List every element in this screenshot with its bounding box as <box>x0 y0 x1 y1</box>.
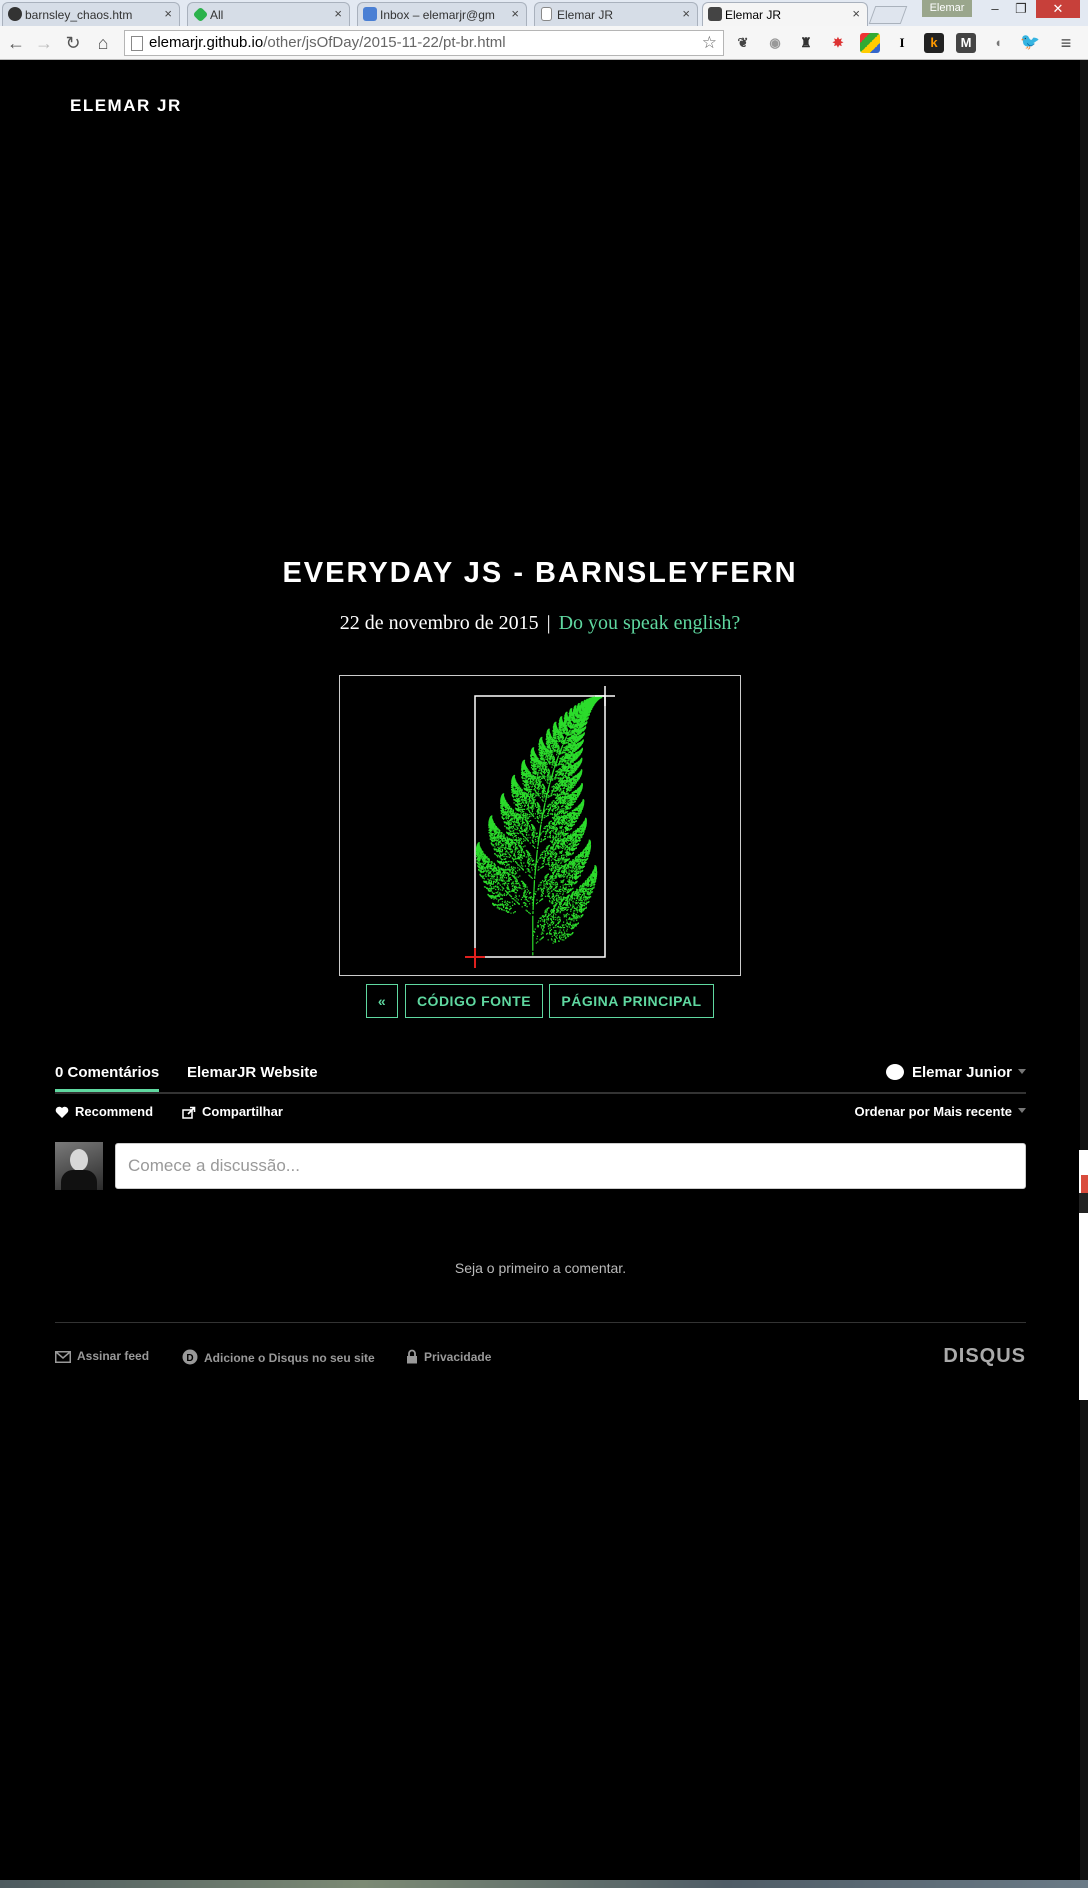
extension-audio-icon[interactable]: ◖ <box>988 33 1008 53</box>
adjacent-window-edge <box>1079 1150 1088 1400</box>
empty-thread-message: Seja o primeiro a comentar. <box>454 1260 627 1276</box>
add-disqus-link[interactable]: D Adicione o Disqus no seu site <box>182 1349 375 1365</box>
recommend-label: Recommend <box>75 1104 154 1119</box>
page-scrollbar[interactable] <box>1080 60 1088 1888</box>
extension-google-icon[interactable] <box>860 33 880 53</box>
notification-bubble-icon <box>885 1064 904 1080</box>
extension-badge-icon[interactable]: ✸ <box>828 33 848 53</box>
url-path: /other/jsOfDay/2015-11-22/pt-br.html <box>263 34 506 51</box>
disqus-logo[interactable]: DISQUS <box>943 1345 1026 1368</box>
tab-elemar-jr[interactable]: Elemar JR × <box>534 2 698 26</box>
tab-elemar-jr-active[interactable]: Elemar JR × <box>702 2 868 26</box>
fern-points <box>475 696 603 956</box>
heart-icon <box>55 1106 69 1118</box>
site-brand[interactable]: ELEMAR JR <box>70 96 182 116</box>
twitter-bird-icon[interactable]: 🐦 <box>1020 33 1040 53</box>
menu-icon[interactable]: ≡ <box>1056 33 1076 53</box>
chevron-down-icon <box>1018 1069 1026 1074</box>
close-tab-icon[interactable]: × <box>682 6 690 21</box>
lock-icon <box>407 1349 417 1364</box>
address-bar[interactable]: elemarjr.github.io/other/jsOfDay/2015-11… <box>124 30 724 56</box>
bookmark-star-icon[interactable]: ☆ <box>702 31 717 55</box>
language-link[interactable]: Do you speak english? <box>559 612 741 634</box>
profile-button[interactable]: Elemar <box>922 0 972 17</box>
avatar-icon <box>708 7 722 21</box>
inbox-icon <box>363 7 377 21</box>
source-code-button[interactable]: CÓDIGO FONTE <box>405 984 543 1018</box>
top-right-crosshair-icon <box>595 686 615 706</box>
extension-pocket-icon[interactable]: ◉ <box>765 33 785 53</box>
close-tab-icon[interactable]: × <box>852 6 860 21</box>
disqus-d-icon: D <box>182 1349 198 1365</box>
post-meta: 22 de novembro de 2015 | Do you speak en… <box>0 612 1080 635</box>
recommend-button[interactable]: Recommend <box>55 1104 153 1119</box>
post-date: 22 de novembro de 2015 <box>339 612 539 634</box>
feedly-icon <box>192 6 209 23</box>
minimize-button[interactable]: – <box>982 0 1008 18</box>
disqus-actions: Recommend Compartilhar Ordenar por Mais … <box>55 1104 1026 1124</box>
comment-input[interactable]: Comece a discussão... <box>115 1143 1026 1189</box>
tab-strip: barnsley_chaos.htm × All × Inbox – elema… <box>0 0 1088 26</box>
tab-comments[interactable]: 0 Comentários <box>55 1064 160 1092</box>
browser-chrome: barnsley_chaos.htm × All × Inbox – elema… <box>0 0 1088 60</box>
svg-text:D: D <box>186 1353 193 1364</box>
tab-inbox[interactable]: Inbox – elemarjr@gm × <box>357 2 527 26</box>
tab-community[interactable]: ElemarJR Website <box>187 1064 318 1081</box>
previous-post-button[interactable]: « <box>366 984 398 1018</box>
reload-icon[interactable]: ↻ <box>62 32 84 54</box>
fern-drawing <box>465 686 615 968</box>
tab-barnsley-chaos[interactable]: barnsley_chaos.htm × <box>2 2 180 26</box>
meta-separator: | <box>546 612 551 634</box>
browser-toolbar: ← → ↻ ⌂ elemarjr.github.io/other/jsOfDay… <box>0 26 1088 60</box>
disqus-tabs: 0 Comentários ElemarJR Website Elemar Ju… <box>55 1060 1026 1094</box>
page-icon <box>541 7 552 21</box>
back-arrow-icon[interactable]: ← <box>5 32 27 54</box>
home-page-button[interactable]: PÁGINA PRINCIPAL <box>549 984 714 1018</box>
privacy-label: Privacidade <box>424 1350 492 1364</box>
close-window-button[interactable]: ✕ <box>1036 0 1080 18</box>
url-host: elemarjr.github.io <box>149 34 264 51</box>
feed-label: Assinar feed <box>77 1349 150 1363</box>
add-label: Adicione o Disqus no seu site <box>204 1351 375 1365</box>
post-title: EVERYDAY JS - BARNSLEYFERN <box>282 557 798 589</box>
disqus-footer: Assinar feed D Adicione o Disqus no seu s… <box>55 1322 1026 1367</box>
privacy-link[interactable]: Privacidade <box>406 1349 491 1364</box>
home-icon[interactable]: ⌂ <box>92 32 114 54</box>
barnsley-fern-canvas <box>339 675 741 976</box>
extension-medium-icon[interactable]: M <box>956 33 976 53</box>
tab-title: Elemar JR <box>725 8 782 22</box>
sort-label: Ordenar por Mais recente <box>854 1104 1013 1119</box>
extension-elephant-icon[interactable]: ♜ <box>796 33 816 53</box>
new-tab-button[interactable] <box>868 6 908 24</box>
maximize-button[interactable]: ❐ <box>1008 0 1034 18</box>
tab-title: Elemar JR <box>557 8 614 22</box>
subscribe-feed-link[interactable]: Assinar feed <box>55 1349 149 1363</box>
envelope-icon <box>55 1351 71 1363</box>
os-taskbar <box>0 1880 1088 1888</box>
close-tab-icon[interactable]: × <box>511 6 519 21</box>
share-label: Compartilhar <box>202 1104 283 1119</box>
extension-instapaper-icon[interactable]: I <box>892 33 912 53</box>
fern-point-cloud <box>475 696 603 956</box>
chevron-down-icon <box>1018 1108 1026 1113</box>
extension-k-icon[interactable]: k <box>924 33 944 53</box>
sort-dropdown[interactable]: Ordenar por Mais recente <box>854 1104 1026 1119</box>
github-icon <box>8 7 22 21</box>
user-name: Elemar Junior <box>911 1064 1012 1081</box>
share-icon <box>182 1106 196 1119</box>
tab-title: Inbox – elemarjr@gm <box>380 8 495 22</box>
close-tab-icon[interactable]: × <box>164 6 172 21</box>
avatar[interactable] <box>55 1142 103 1190</box>
tab-all[interactable]: All × <box>187 2 350 26</box>
extension-evernote-icon[interactable]: ❦ <box>733 33 753 53</box>
user-menu[interactable]: Elemar Junior <box>885 1064 1026 1081</box>
forward-arrow-icon[interactable]: → <box>33 32 55 54</box>
tab-title: barnsley_chaos.htm <box>25 8 133 22</box>
bottom-left-crosshair-icon <box>465 948 485 968</box>
page-icon <box>131 36 143 51</box>
share-button[interactable]: Compartilhar <box>182 1104 283 1119</box>
tab-title: All <box>210 8 224 22</box>
close-tab-icon[interactable]: × <box>334 6 342 21</box>
